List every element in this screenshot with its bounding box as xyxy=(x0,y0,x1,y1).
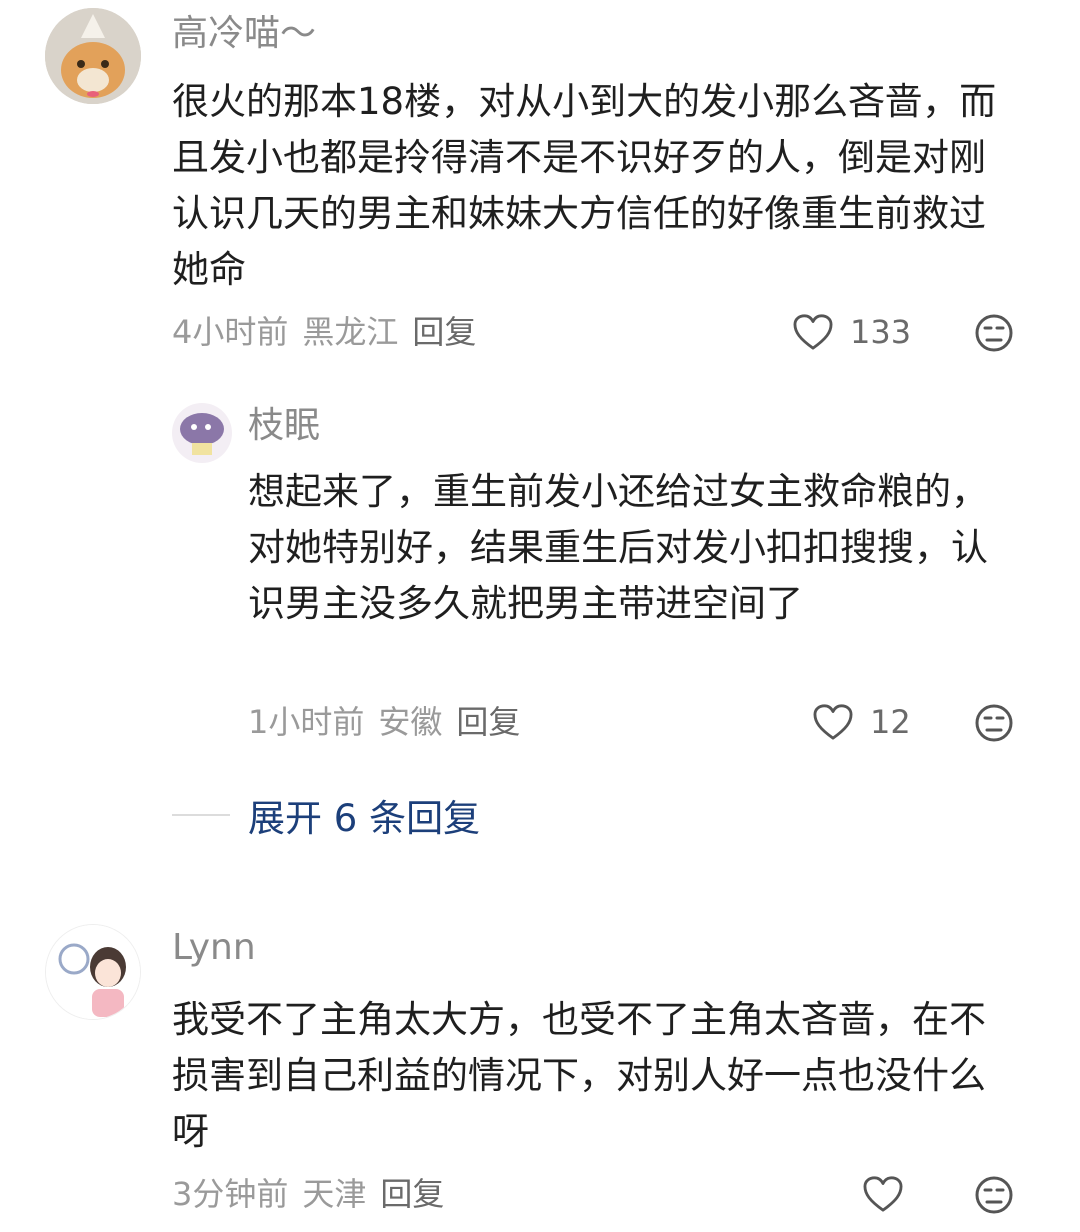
expand-replies-label: 展开 6 条回复 xyxy=(248,797,481,840)
like-count: 12 xyxy=(870,703,911,741)
comment-text: 很火的那本18楼，对从小到大的发小那么吝啬，而且发小也都是拎得清不是不识好歹的人… xyxy=(172,80,997,291)
username[interactable]: 高冷喵～ xyxy=(172,12,316,56)
comment-meta: 4小时前 黑龙江 回复 xyxy=(172,312,490,352)
comment-meta: 3分钟前 天津 回复 xyxy=(172,1174,458,1214)
location: 黑龙江 xyxy=(302,313,399,351)
like-button[interactable]: 133 xyxy=(792,310,911,354)
avatar[interactable] xyxy=(172,403,232,463)
neutral-face-icon[interactable] xyxy=(974,1175,1014,1215)
reply-button[interactable]: 回复 xyxy=(456,703,520,741)
neutral-face-icon[interactable] xyxy=(974,313,1014,353)
location: 天津 xyxy=(302,1175,367,1213)
heart-outline-icon xyxy=(813,704,853,740)
girl-avatar-icon xyxy=(46,925,140,1019)
heart-outline-icon xyxy=(863,1176,903,1212)
divider xyxy=(172,814,230,816)
like-button[interactable]: 12 xyxy=(812,700,926,744)
timestamp: 4小时前 xyxy=(172,313,289,351)
avatar[interactable] xyxy=(45,924,141,1020)
comment-text: 我受不了主角太大方，也受不了主角太吝啬，在不损害到自己利益的情况下，对别人好一点… xyxy=(172,998,986,1153)
reply-text: 想起来了，重生前发小还给过女主救命粮的，对她特别好，结果重生后对发小扣扣搜搜，认… xyxy=(248,470,988,625)
reply-button[interactable]: 回复 xyxy=(380,1175,444,1213)
location: 安徽 xyxy=(378,703,443,741)
neutral-face-icon[interactable] xyxy=(974,703,1014,743)
like-count: 133 xyxy=(850,313,912,351)
like-button[interactable] xyxy=(862,1172,904,1216)
cat-avatar-icon xyxy=(45,8,141,104)
username[interactable]: 枝眠 xyxy=(248,404,320,448)
expand-replies-button[interactable]: 展开 6 条回复 xyxy=(172,790,480,840)
heart-outline-icon xyxy=(793,314,833,350)
reply-meta: 1小时前 安徽 回复 xyxy=(248,702,534,742)
reply-button[interactable]: 回复 xyxy=(412,313,476,351)
timestamp: 3分钟前 xyxy=(172,1175,289,1213)
avatar[interactable] xyxy=(45,8,141,104)
username[interactable]: Lynn xyxy=(172,926,256,970)
timestamp: 1小时前 xyxy=(248,703,365,741)
cartoon-avatar-icon xyxy=(172,403,232,463)
